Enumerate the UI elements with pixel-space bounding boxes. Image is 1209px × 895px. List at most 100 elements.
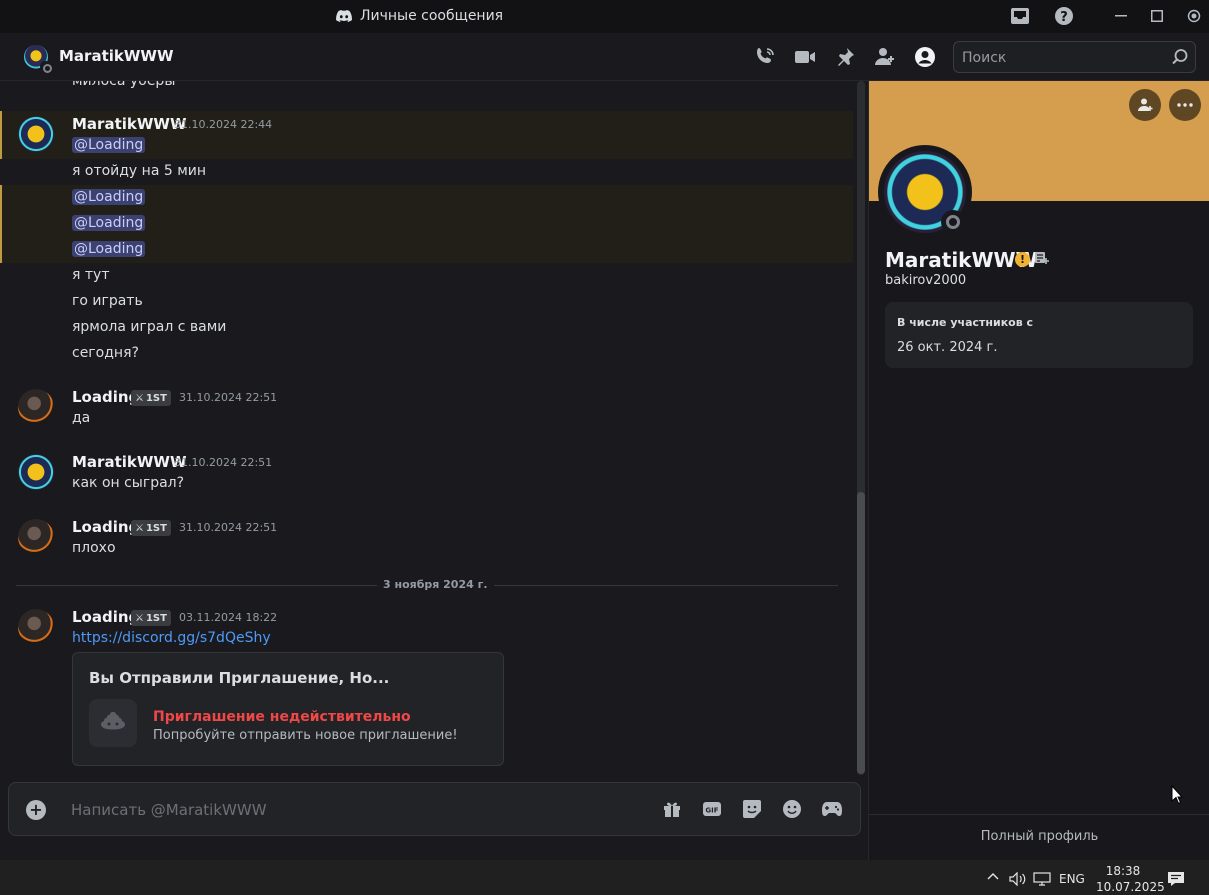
add-friend-icon[interactable] — [1129, 89, 1161, 121]
message-timestamp: 03.11.2024 18:22 — [179, 611, 278, 624]
message-line: как он сыграл? — [72, 475, 185, 491]
scrollbar-thumb[interactable] — [857, 492, 865, 774]
date-divider-label: 3 ноября 2024 г. — [377, 578, 494, 591]
svg-text:?: ? — [1060, 10, 1068, 25]
message-composer[interactable]: + GIF — [8, 782, 861, 836]
dm-header: MaratikWWW — [0, 33, 1209, 81]
help-icon[interactable]: ? — [1051, 4, 1077, 28]
video-call-icon[interactable] — [793, 45, 817, 69]
member-since-label: В числе участников с — [897, 316, 1034, 329]
add-friends-to-dm-icon[interactable] — [873, 45, 897, 69]
inbox-icon[interactable] — [1007, 4, 1033, 28]
language-indicator[interactable]: ENG — [1059, 872, 1085, 886]
search-icon — [1171, 48, 1189, 70]
message-timestamp: 31.10.2024 22:44 — [174, 118, 273, 131]
embed-invalid-title: Приглашение недействительно — [153, 709, 411, 725]
gift-icon[interactable] — [661, 798, 683, 820]
activities-icon[interactable] — [821, 798, 843, 820]
invite-link[interactable]: https://discord.gg/s7dQeShy — [72, 630, 271, 646]
gif-icon[interactable]: GIF — [701, 798, 723, 820]
tray-icon[interactable] — [1181, 4, 1207, 28]
message-line: го играть — [72, 293, 143, 309]
status-offline-icon — [941, 210, 965, 234]
embed-subtitle: Попробуйте отправить новое приглашение! — [153, 728, 458, 743]
message-line: сегодня? — [72, 345, 139, 361]
avatar[interactable] — [18, 454, 54, 490]
server-tag-badge[interactable]: ⚔ 1ST — [131, 390, 171, 406]
server-tag-badge[interactable]: ⚔ 1ST — [131, 520, 171, 536]
message-author[interactable]: Loading — [72, 388, 139, 406]
search-box[interactable] — [953, 41, 1196, 73]
tray-expand-icon[interactable] — [987, 869, 999, 883]
message-line: @Loading — [72, 189, 146, 205]
message-author[interactable]: MaratikWWW — [72, 115, 187, 133]
clock[interactable]: 18:38 10.07.2025 — [1096, 863, 1165, 895]
note-badge-icon[interactable] — [1034, 251, 1050, 269]
svg-text:GIF: GIF — [705, 807, 718, 815]
message-line: милоса уберы — [72, 81, 176, 89]
message-author[interactable]: MaratikWWW — [72, 453, 187, 471]
dm-avatar[interactable] — [24, 45, 52, 73]
more-options-icon[interactable] — [1169, 89, 1201, 121]
message-list[interactable]: милоса уберы MaratikWWW 31.10.2024 22:44… — [0, 81, 868, 780]
invite-embed: Вы Отправили Приглашение, Но... Приглаше… — [72, 652, 504, 766]
network-icon[interactable] — [1033, 872, 1051, 889]
user-mention[interactable]: @Loading — [72, 137, 146, 153]
message-line: плохо — [72, 540, 116, 556]
avatar[interactable] — [18, 609, 54, 645]
message-timestamp: 31.10.2024 22:51 — [174, 456, 273, 469]
window-title: Личные сообщения — [336, 8, 503, 24]
message-line: ярмола играл с вами — [72, 319, 227, 335]
message-input[interactable] — [71, 799, 631, 821]
maximize-icon[interactable] — [1144, 4, 1170, 28]
volume-icon[interactable] — [1009, 871, 1027, 889]
clock-time: 18:38 — [1105, 864, 1141, 878]
message-author[interactable]: Loading — [72, 518, 139, 536]
full-profile-button[interactable]: Полный профиль — [869, 829, 1209, 844]
title-bar: Личные сообщения ? — [0, 0, 1209, 33]
message-line: да — [72, 410, 91, 426]
window-title-text: Личные сообщения — [360, 8, 504, 24]
server-tag-badge[interactable]: ⚔ 1ST — [131, 610, 171, 626]
sword-icon: ⚔ — [135, 612, 144, 624]
emoji-icon[interactable] — [781, 798, 803, 820]
profile-username: bakirov2000 — [885, 273, 967, 288]
discord-icon — [336, 10, 352, 22]
user-profile-panel: MaratikWWW ! bakirov2000 В числе участни… — [868, 81, 1209, 860]
sticker-icon[interactable] — [741, 798, 763, 820]
warning-badge-icon[interactable]: ! — [1015, 252, 1030, 267]
voice-call-icon[interactable] — [753, 45, 777, 69]
message-timestamp: 31.10.2024 22:51 — [179, 521, 278, 534]
mouse-cursor-icon — [1171, 784, 1184, 809]
member-since-card: В числе участников с 26 окт. 2024 г. — [885, 302, 1193, 368]
pinned-messages-icon[interactable] — [833, 45, 857, 69]
status-offline-icon — [40, 61, 52, 73]
user-profile-icon[interactable] — [913, 45, 937, 69]
message-timestamp: 31.10.2024 22:51 — [179, 391, 278, 404]
sword-icon: ⚔ — [135, 392, 144, 404]
os-taskbar: ENG 18:38 10.07.2025 — [0, 860, 1209, 895]
avatar[interactable] — [18, 519, 54, 555]
avatar[interactable] — [18, 116, 54, 152]
member-since-date: 26 окт. 2024 г. — [897, 340, 998, 355]
message-author[interactable]: Loading — [72, 608, 139, 626]
dm-name[interactable]: MaratikWWW — [59, 47, 174, 65]
message-line: @Loading — [72, 241, 146, 257]
message-line: я отойду на 5 мин — [72, 163, 207, 179]
clock-date: 10.07.2025 — [1096, 880, 1165, 894]
divider — [869, 814, 1209, 815]
upload-plus-icon[interactable]: + — [26, 800, 46, 820]
message-line: @Loading — [72, 137, 146, 153]
sword-icon: ⚔ — [135, 522, 144, 534]
user-mention[interactable]: @Loading — [72, 241, 146, 257]
search-input[interactable] — [962, 48, 1172, 68]
avatar[interactable] — [18, 389, 54, 425]
user-mention[interactable]: @Loading — [72, 215, 146, 231]
invalid-invite-icon — [89, 699, 137, 747]
message-line: я тут — [72, 267, 110, 283]
minimize-icon[interactable] — [1108, 4, 1134, 28]
embed-title: Вы Отправили Приглашение, Но... — [89, 669, 390, 687]
message-line: @Loading — [72, 215, 146, 231]
user-mention[interactable]: @Loading — [72, 189, 146, 205]
notification-center-icon[interactable] — [1167, 871, 1185, 890]
